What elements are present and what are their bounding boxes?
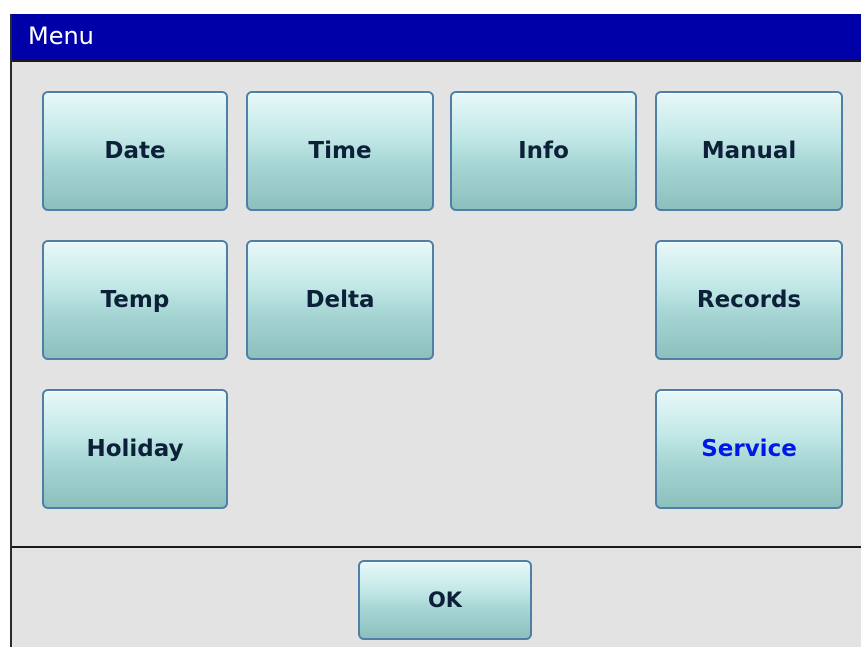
date-button[interactable]: Date bbox=[42, 91, 228, 211]
window-title: Menu bbox=[28, 22, 94, 50]
manual-button[interactable]: Manual bbox=[655, 91, 843, 211]
holiday-button[interactable]: Holiday bbox=[42, 389, 228, 509]
records-button[interactable]: Records bbox=[655, 240, 843, 360]
delta-button[interactable]: Delta bbox=[246, 240, 434, 360]
info-button[interactable]: Info bbox=[450, 91, 637, 211]
service-button[interactable]: Service bbox=[655, 389, 843, 509]
menu-window: Menu Date Time Info Manual Temp Delta Re… bbox=[10, 14, 861, 647]
ok-button[interactable]: OK bbox=[358, 560, 532, 640]
title-bar: Menu bbox=[12, 14, 861, 62]
time-button[interactable]: Time bbox=[246, 91, 434, 211]
temp-button[interactable]: Temp bbox=[42, 240, 228, 360]
footer-separator bbox=[12, 546, 861, 548]
